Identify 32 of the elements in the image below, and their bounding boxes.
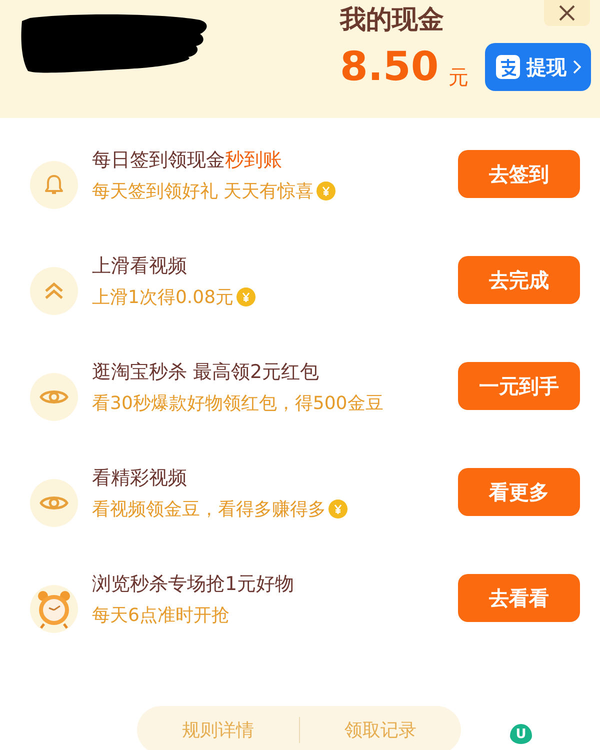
- coin-icon: [316, 181, 336, 201]
- cash-amount: 8.50: [340, 47, 439, 87]
- payment-logo-icon: [494, 54, 521, 80]
- task-action-button[interactable]: 去签到: [458, 150, 580, 198]
- bell-icon: [42, 173, 66, 197]
- withdraw-button[interactable]: 提现: [484, 43, 591, 91]
- task-title: 上滑看视频: [92, 254, 188, 279]
- footer-link[interactable]: 规则详情: [137, 717, 298, 743]
- task-title: 看精彩视频: [92, 466, 188, 491]
- task-action-button[interactable]: 去完成: [458, 256, 580, 304]
- coin-icon: [236, 287, 256, 307]
- footer-link[interactable]: 领取记录: [300, 717, 461, 743]
- currency-unit: 元: [448, 64, 469, 91]
- task-subtitle: 上滑1次得0.08元: [92, 286, 234, 309]
- task-title: 逛淘宝秒杀 最高领2元红包: [92, 360, 320, 385]
- cash-title: 我的现金: [340, 4, 444, 37]
- task-action-button[interactable]: 一元到手: [458, 362, 580, 410]
- close-icon: [558, 4, 576, 22]
- task-subtitle: 看30秒爆款好物领红包，得500金豆: [92, 392, 384, 415]
- task-title: 浏览秒杀专场抢1元好物: [92, 572, 296, 597]
- coin-icon: [328, 499, 348, 519]
- alarm-clock-icon: [35, 589, 73, 629]
- task-subtitle: 看视频领金豆，看得多赚得多: [92, 498, 326, 521]
- task-title: 每日签到领现金秒到账: [92, 148, 283, 173]
- task-action-button[interactable]: 去看看: [458, 574, 580, 622]
- task-subtitle: 每天签到领好礼 天天有惊喜: [92, 180, 314, 203]
- task-action-button[interactable]: 看更多: [458, 468, 580, 516]
- chevron-right-icon: [572, 60, 581, 74]
- task-subtitle: 每天6点准时开抢: [92, 604, 230, 627]
- app-badge: U: [510, 724, 532, 744]
- chevrons-up-icon: [43, 281, 65, 301]
- close-button[interactable]: [544, 0, 590, 26]
